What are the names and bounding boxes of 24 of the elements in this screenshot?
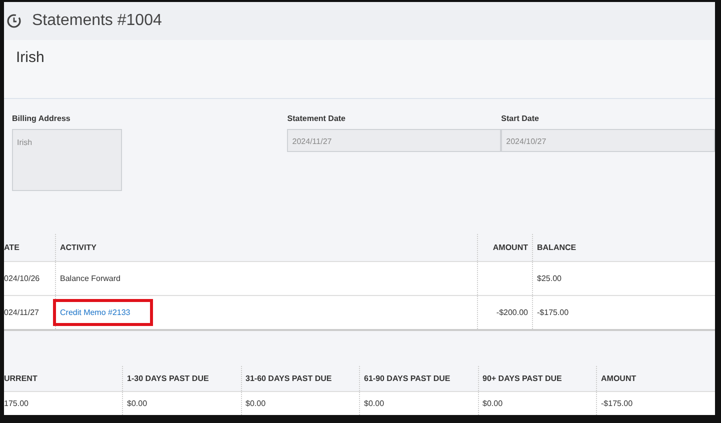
activity-link[interactable]: Credit Memo #2133 — [56, 302, 150, 323]
field-label: Billing Address — [12, 114, 72, 123]
window-title: Statements #1004 — [32, 12, 162, 30]
column-header: URRENT — [4, 366, 122, 392]
field-label: Start Date — [501, 114, 540, 123]
date-field[interactable]: 2024/10/27 — [501, 129, 715, 152]
table-cell: $0.00 — [478, 392, 596, 415]
table-cell: -$175.00 — [532, 296, 715, 330]
table-cell: Balance Forward — [60, 274, 120, 283]
table-cell: $0.00 — [360, 392, 478, 415]
customer-name: Irish — [16, 49, 44, 66]
table-cell: -$175.00 — [596, 392, 715, 415]
address-field[interactable]: Irish — [12, 129, 122, 191]
table-cell: -$200.00 — [478, 296, 532, 330]
column-header: ATE — [4, 234, 56, 262]
date-field[interactable]: 2024/11/27 — [287, 129, 502, 152]
table-cell: $0.00 — [122, 392, 241, 415]
table-cell: 024/11/27 — [4, 296, 56, 330]
field-label: Statement Date — [287, 114, 347, 123]
table-cell: 175.00 — [4, 392, 122, 415]
table-cell: $0.00 — [241, 392, 360, 415]
table-cell: $25.00 — [532, 262, 715, 296]
clock-icon — [6, 13, 22, 29]
table-cell: 024/10/26 — [4, 262, 56, 296]
